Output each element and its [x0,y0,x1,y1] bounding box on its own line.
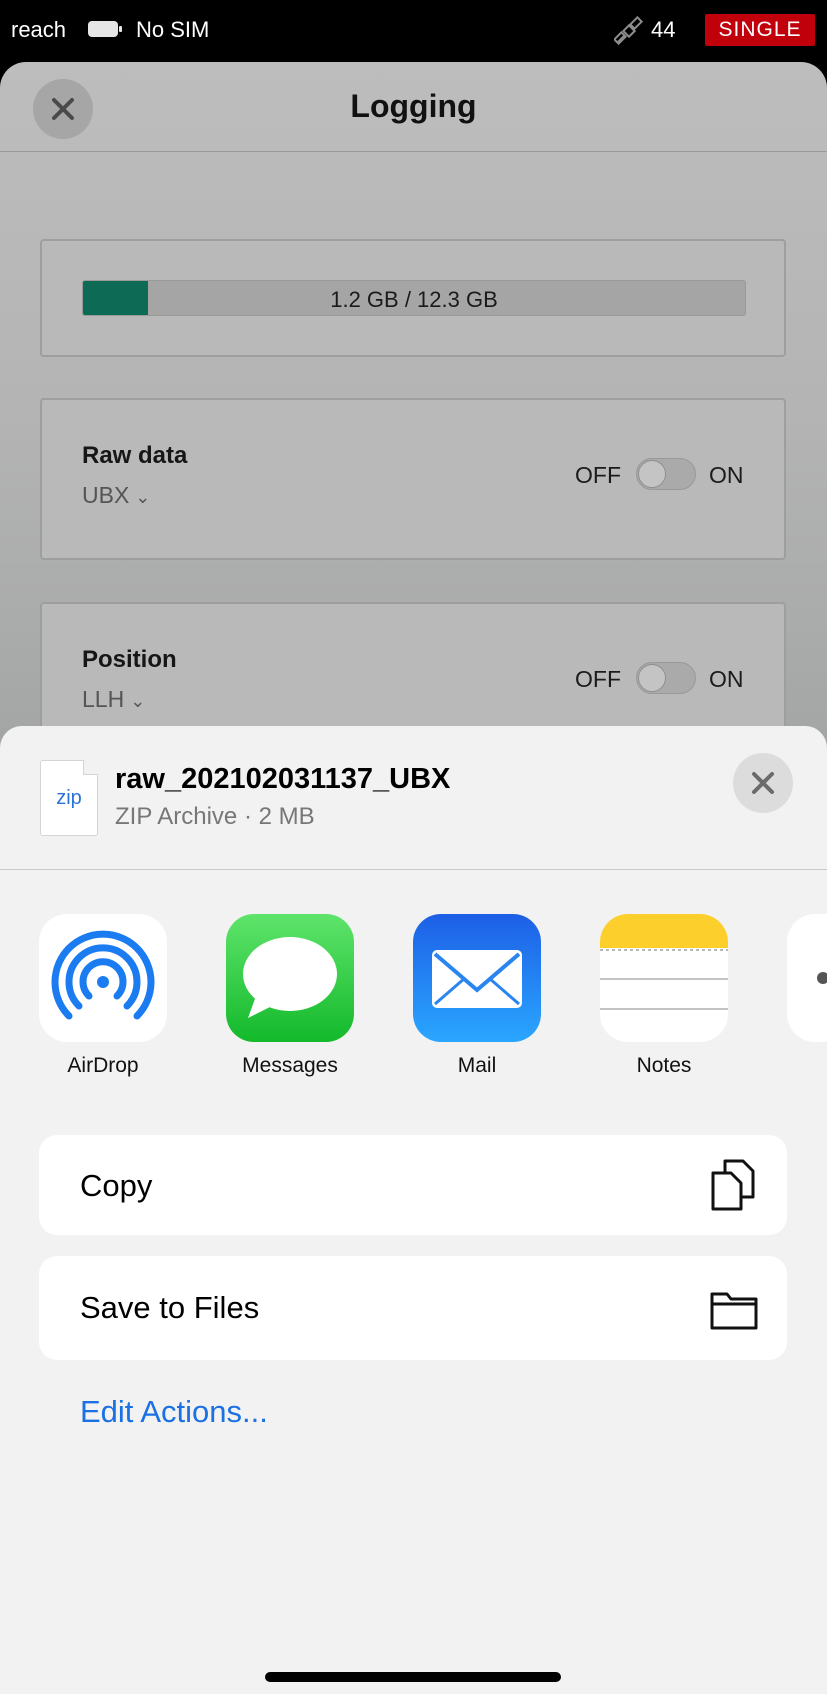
share-sheet: zip raw_202102031137_UBX ZIP Archive · 2… [0,726,827,1694]
share-app-row: AirDrop Messages Mail Notes [0,914,827,1084]
close-icon [752,772,774,794]
position-format-value: LLH [82,686,125,712]
notes-icon [600,914,728,1042]
airdrop-icon [39,914,167,1042]
sim-status: No SIM [136,17,210,42]
share-app-label: Messages [242,1054,338,1077]
satellite-icon [614,16,644,46]
file-type-label: zip [56,787,82,809]
position-toggle[interactable] [636,662,696,694]
mode-badge: SINGLE [705,14,815,46]
share-sheet-close-button[interactable] [733,753,793,813]
copy-action-label: Copy [80,1168,153,1203]
share-app-label: Notes [636,1054,692,1077]
raw-data-on-label: ON [709,462,744,488]
file-meta: ZIP Archive · 2 MB [115,803,315,830]
save-to-files-action-label: Save to Files [80,1290,260,1325]
toggle-knob [638,460,666,488]
raw-data-toggle[interactable] [636,458,696,490]
file-name: raw_202102031137_UBX [115,763,451,795]
raw-data-card: Raw data UBX ⌄ OFF ON [40,398,786,560]
position-on-label: ON [709,666,744,692]
copy-action[interactable]: Copy [39,1135,787,1235]
save-to-files-action[interactable]: Save to Files [39,1256,787,1360]
share-app-label: Mail [457,1054,497,1077]
battery-icon [88,21,122,37]
storage-progress-bar: 1.2 GB / 12.3 GB [82,280,746,316]
share-app-label: AirDrop [67,1054,139,1077]
more-apps-icon[interactable] [787,914,827,1042]
position-off-label: OFF [575,666,621,692]
raw-data-format-value: UBX [82,482,130,508]
copy-icon [711,1159,755,1211]
raw-data-label: Raw data [82,442,188,469]
chevron-down-icon: ⌄ [135,487,151,507]
raw-data-format-select[interactable]: UBX ⌄ [82,482,150,509]
position-label: Position [82,646,177,673]
storage-card: 1.2 GB / 12.3 GB [40,239,786,357]
header: Logging [0,62,827,152]
mail-icon [413,914,541,1042]
storage-usage-text: 1.2 GB / 12.3 GB [330,287,498,312]
chevron-down-icon: ⌄ [130,691,146,711]
home-indicator[interactable] [265,1672,561,1682]
satellite-count: 44 [651,17,676,42]
divider [0,869,827,870]
zip-file-icon: zip [40,760,98,836]
position-format-select[interactable]: LLH ⌄ [82,686,145,713]
status-bar: reach No SIM 44 SINGLE [0,0,827,62]
edit-actions-link[interactable]: Edit Actions... [80,1394,268,1430]
toggle-knob [638,664,666,692]
folder-icon [710,1292,758,1330]
messages-icon [226,914,354,1042]
raw-data-off-label: OFF [575,462,621,488]
carrier-name: reach [11,17,67,42]
page-title: Logging [350,88,477,124]
